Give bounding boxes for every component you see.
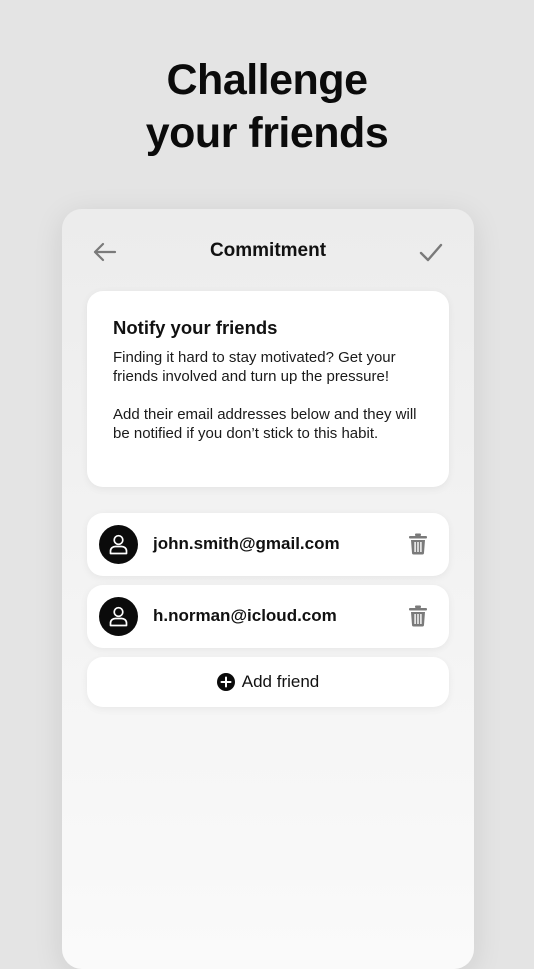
friend-email: h.norman@icloud.com <box>153 606 337 625</box>
delete-friend-button[interactable] <box>408 533 428 555</box>
notify-info-card: Notify your friends Finding it hard to s… <box>87 291 449 487</box>
trash-icon <box>409 605 427 627</box>
plus-circle-icon <box>216 673 235 691</box>
phone-screen: Commitment Notify your friends Finding i… <box>62 209 474 969</box>
add-friend-button[interactable]: Add friend <box>87 657 449 707</box>
nav-bar: Commitment <box>62 231 474 271</box>
trash-icon <box>409 533 427 555</box>
friend-row: h.norman@icloud.com <box>87 585 449 648</box>
add-friend-label: Add friend <box>241 672 320 691</box>
checkmark-icon <box>419 243 443 262</box>
headline-line-2: your friends <box>145 109 389 157</box>
delete-friend-button[interactable] <box>408 605 428 627</box>
friend-email: john.smith@gmail.com <box>153 534 340 553</box>
user-icon <box>109 606 128 627</box>
info-card-title: Notify your friends <box>113 317 278 338</box>
info-paragraph-1: Finding it hard to stay motivated? Get y… <box>113 349 396 385</box>
info-paragraph-2: Add their email addresses below and they… <box>113 406 417 442</box>
add-friend-content: Add friend <box>87 672 449 692</box>
headline: Challenge your friends <box>0 54 534 160</box>
headline-line-1: Challenge <box>166 56 369 104</box>
avatar <box>99 525 138 564</box>
avatar <box>99 597 138 636</box>
friend-row: john.smith@gmail.com <box>87 513 449 576</box>
confirm-button[interactable] <box>418 239 444 265</box>
info-card-body: Finding it hard to stay motivated? Get y… <box>113 348 433 462</box>
user-icon <box>109 534 128 555</box>
page-title: Commitment <box>209 240 327 261</box>
